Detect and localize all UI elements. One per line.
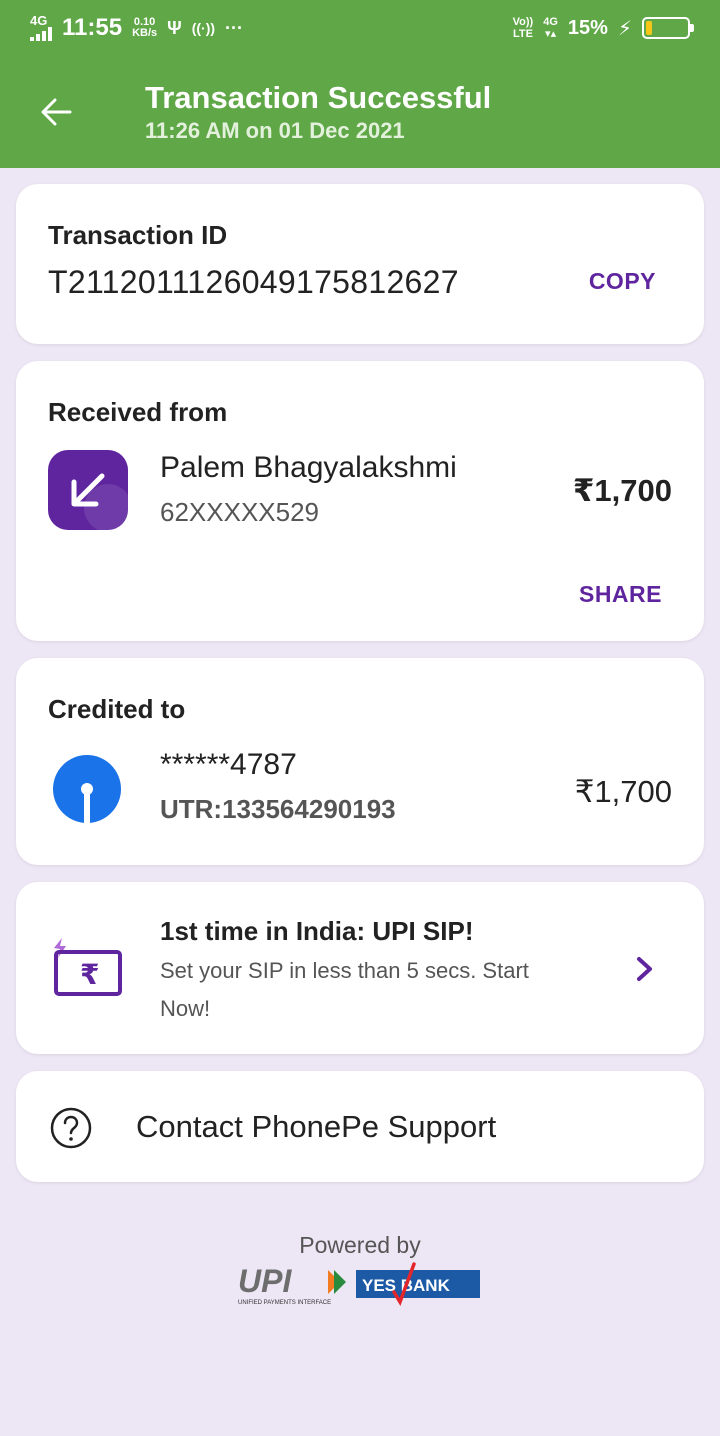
transaction-id-value: T2112011126049175812627 <box>48 264 459 300</box>
status-bar: 4G 11:55 0.10 KB/s Ψ ((·)) ··· Vo)) LTE … <box>0 0 720 56</box>
svg-text:₹: ₹ <box>80 958 99 991</box>
sbi-bank-logo-icon <box>53 755 121 823</box>
upi-logo: UPI UNIFIED PAYMENTS INTERFACE <box>238 1263 346 1306</box>
app-bar: Transaction Successful 11:26 AM on 01 De… <box>0 56 720 168</box>
transaction-timestamp: 11:26 AM on 01 Dec 2021 <box>145 118 405 143</box>
network-type: 4G <box>30 13 48 28</box>
signal-bars-icon <box>30 27 52 41</box>
back-arrow-icon[interactable] <box>38 94 74 130</box>
powered-by-label: Powered by <box>299 1232 421 1258</box>
received-arrow-icon <box>48 450 128 530</box>
battery-level <box>646 21 652 35</box>
contact-support-card[interactable]: Contact PhonePe Support <box>16 1071 704 1182</box>
promo-title: 1st time in India: UPI SIP! <box>160 916 474 946</box>
received-from-card: Received from Palem Bhagyalakshmi 62XXXX… <box>16 361 704 641</box>
credited-amount: ₹1,700 <box>574 774 672 809</box>
credited-to-label: Credited to <box>48 694 186 724</box>
lte-label: LTE <box>512 28 533 40</box>
hotspot-icon: ((·)) <box>191 20 216 36</box>
yes-bank-logo: YES BANK <box>356 1262 480 1307</box>
help-question-icon <box>50 1107 92 1149</box>
transaction-id-card: Transaction ID T2112011126049175812627 C… <box>16 184 704 344</box>
page-title: Transaction Successful <box>145 80 492 115</box>
sender-phone: 62XXXXX529 <box>160 497 320 527</box>
share-button[interactable]: SHARE <box>579 581 662 608</box>
status-left: 4G 11:55 0.10 KB/s Ψ ((·)) ··· <box>30 14 243 42</box>
data-arrows-icon: ▾▴ <box>545 28 557 40</box>
clock: 11:55 <box>62 14 123 41</box>
transaction-id-label: Transaction ID <box>48 220 228 250</box>
promo-text: Set your SIP in less than 5 secs. Start … <box>160 958 529 1021</box>
battery-percent: 15% <box>567 16 608 39</box>
upi-tagline: UNIFIED PAYMENTS INTERFACE <box>238 1300 331 1306</box>
received-from-label: Received from <box>48 397 228 427</box>
network2-indicator: 4G ▾▴ <box>543 16 558 40</box>
speed-unit: KB/s <box>132 27 158 39</box>
network2-type: 4G <box>543 16 558 28</box>
battery-icon <box>642 17 694 39</box>
volte-label: Vo)) <box>512 16 534 28</box>
signal-indicator: 4G <box>30 13 52 41</box>
usb-icon: Ψ <box>167 17 182 38</box>
volte-indicator: Vo)) LTE <box>513 16 534 40</box>
contact-support-label: Contact PhonePe Support <box>136 1109 497 1144</box>
network-speed: 0.10 KB/s <box>132 17 157 39</box>
credited-to-card: Credited to ******4787 UTR:133564290193 … <box>16 658 704 865</box>
utr-number: UTR:133564290193 <box>160 794 396 824</box>
chevron-right-icon[interactable] <box>634 956 656 982</box>
charging-icon: ⚡ <box>617 17 632 40</box>
sip-rupee-icon: ₹ <box>54 938 122 996</box>
copy-button[interactable]: COPY <box>589 268 656 295</box>
received-amount: ₹1,700 <box>572 473 672 508</box>
upi-logo-text: UPI <box>238 1263 292 1299</box>
account-number: ******4787 <box>160 748 297 781</box>
upi-yesbank-logos: UPI UNIFIED PAYMENTS INTERFACE YES BANK <box>238 1262 480 1307</box>
more-notifications-icon: ··· <box>225 17 243 38</box>
status-right: Vo)) LTE 4G ▾▴ 15% ⚡ <box>513 16 694 41</box>
sender-name: Palem Bhagyalakshmi <box>160 451 457 484</box>
upi-sip-promo-card[interactable]: ₹ 1st time in India: UPI SIP! Set your S… <box>16 882 704 1054</box>
